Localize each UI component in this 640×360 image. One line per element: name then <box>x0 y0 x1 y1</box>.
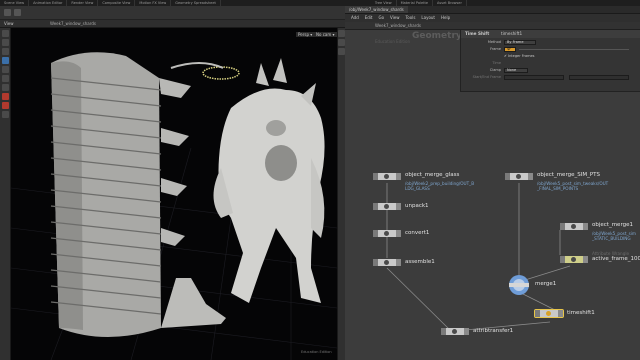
building-model <box>50 52 240 337</box>
handle-icon[interactable] <box>4 9 11 16</box>
node-sublabel: /obj/Week5_post_sim _STATIC_BUILDING <box>592 231 636 241</box>
node-label: object_merge_glass <box>405 172 460 178</box>
camera-menu[interactable]: No cam ▾ <box>314 32 337 37</box>
end-frame-field[interactable] <box>569 75 629 80</box>
clock-icon <box>546 311 551 316</box>
frame-slider[interactable] <box>519 49 629 50</box>
transfer-icon <box>452 329 457 334</box>
creature-model <box>213 58 325 303</box>
node-body[interactable] <box>560 223 588 230</box>
menu-item[interactable]: Tools <box>406 14 416 22</box>
assemble-icon <box>384 260 389 265</box>
menu-item[interactable]: View <box>390 14 400 22</box>
handle-tool-icon[interactable] <box>1 66 9 73</box>
edition-watermark: Education Edition <box>301 350 332 354</box>
view-tool-icon[interactable] <box>1 84 9 91</box>
node-label: convert1 <box>405 230 430 236</box>
network-menubar: Add Edit Go View Tools Layout Help <box>345 14 640 22</box>
param-label: Frame <box>490 47 501 51</box>
node-label: assemble1 <box>405 259 435 265</box>
viewport-shelf <box>0 6 345 20</box>
select-tool-icon[interactable] <box>1 30 9 37</box>
select-icon[interactable] <box>14 9 21 16</box>
rotate-tool-icon[interactable] <box>1 48 9 55</box>
param-row: Time <box>461 60 640 67</box>
scene-viewport[interactable]: Persp ▾ No cam ▾ Education Edition <box>11 28 337 360</box>
viewport-tab[interactable]: View <box>4 21 14 26</box>
pose-tool-icon[interactable] <box>1 75 9 82</box>
wrangle-icon <box>571 257 576 262</box>
node-label: timeshift1 <box>567 310 595 316</box>
move-tool-icon[interactable] <box>1 39 9 46</box>
viewport-right-toolbar <box>337 28 345 360</box>
param-header: Time Shift timeshift1 <box>461 30 640 38</box>
parameter-panel: Time Shift timeshift1 Method By Frame Fr… <box>460 30 640 92</box>
param-row: Frame $F <box>461 46 640 53</box>
snap-icon[interactable] <box>1 102 9 109</box>
param-row: Method By Frame <box>461 39 640 46</box>
node-body[interactable] <box>534 309 564 318</box>
param-label: Start/End Frame <box>472 75 501 79</box>
integer-frames-checkbox[interactable]: ✔ Integer Frames <box>504 53 534 60</box>
display-option-icon[interactable] <box>338 48 345 55</box>
houdini-window: Scene View Animation Editor Render View … <box>0 0 640 360</box>
method-select[interactable]: By Frame <box>504 40 536 45</box>
node-label: attribtransfer1 <box>473 328 514 334</box>
menu-item[interactable]: Edit <box>365 14 373 22</box>
node-body[interactable] <box>560 256 588 263</box>
network-tabbar: /obj/Week7_window_shards <box>345 6 640 14</box>
node-name-field[interactable]: timeshift1 <box>501 31 522 36</box>
node-sublabel: /obj/Week5_post_sim_tweaks/OUT _FINAL_SI… <box>537 181 609 191</box>
node-label: unpack1 <box>405 203 429 209</box>
node-merge1[interactable]: merge1 <box>508 274 556 298</box>
param-label: Clamp <box>489 68 501 72</box>
param-row: Start/End Frame <box>461 74 640 81</box>
object-merge-icon <box>516 174 521 179</box>
network-pathbar: Week7_window_shards <box>345 22 640 30</box>
display-option-icon[interactable] <box>338 39 345 46</box>
node-label: object_merge_SIM_PTS <box>537 172 601 178</box>
convert-icon <box>384 231 389 236</box>
menu-item[interactable]: Go <box>379 14 385 22</box>
node-body[interactable] <box>441 328 469 335</box>
node-body[interactable] <box>373 173 401 180</box>
display-icon[interactable] <box>1 111 9 118</box>
display-option-icon[interactable] <box>338 30 345 37</box>
node-type: Time Shift <box>465 31 490 36</box>
network-path[interactable]: Week7_window_shards <box>375 23 421 28</box>
merge-node-icon[interactable] <box>508 274 530 296</box>
persp-menu[interactable]: Persp ▾ <box>296 32 315 37</box>
network-tab[interactable]: /obj/Week7_window_shards <box>345 6 408 13</box>
viewport-left-toolbar <box>0 28 11 360</box>
object-merge-icon <box>571 224 576 229</box>
viewport-tabbar: View Week7_window_shards <box>0 20 345 28</box>
node-label: active_frame_100 <box>592 256 640 262</box>
viewport-path[interactable]: Week7_window_shards <box>50 21 96 26</box>
viewport-render <box>11 52 337 360</box>
param-row: ✔ Integer Frames <box>461 53 640 60</box>
node-body[interactable] <box>373 203 401 210</box>
menu-item[interactable]: Layout <box>421 14 435 22</box>
node-label: object_merge1 <box>592 222 633 228</box>
scale-tool-icon[interactable] <box>1 57 9 64</box>
object-merge-icon <box>384 174 389 179</box>
unpack-icon <box>384 204 389 209</box>
render-region-icon[interactable] <box>1 93 9 100</box>
node-body[interactable] <box>373 259 401 266</box>
node-body[interactable] <box>373 230 401 237</box>
node-body[interactable] <box>505 173 533 180</box>
menu-item[interactable]: Help <box>441 14 450 22</box>
param-label: Method <box>487 40 501 44</box>
menu-item[interactable]: Add <box>351 14 359 22</box>
node-sublabel: /obj/Week2_prep_building/OUT_B LDG_GLASS <box>405 181 475 191</box>
frame-field[interactable]: $F <box>504 47 516 52</box>
start-frame-field[interactable] <box>504 75 564 80</box>
clamp-select[interactable]: None <box>504 68 528 73</box>
param-label: Time <box>492 61 501 65</box>
node-label: merge1 <box>535 281 557 287</box>
param-row: Clamp None <box>461 67 640 74</box>
